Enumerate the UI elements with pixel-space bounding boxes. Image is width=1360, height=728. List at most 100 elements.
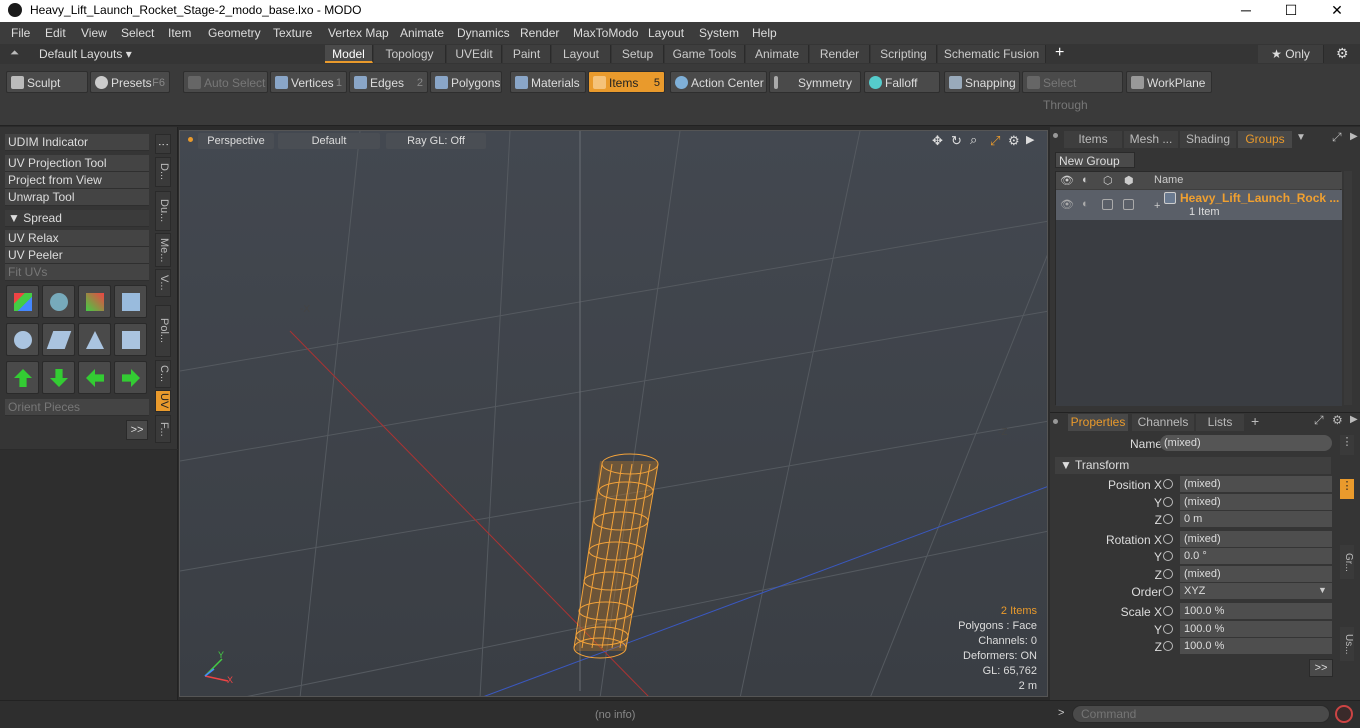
tab-topology[interactable]: Topology	[374, 45, 446, 63]
groups-scrollbar[interactable]	[1344, 171, 1352, 405]
uv-move-tool-button[interactable]	[6, 285, 39, 318]
zoom-icon[interactable]: ⌕	[970, 132, 977, 148]
3d-viewport[interactable]: Perspective Default Ray GL: Off ✥ ↻ ⌕ ⤢ …	[179, 130, 1048, 697]
position-y-anim-icon[interactable]	[1163, 497, 1173, 507]
align-down-button[interactable]	[42, 361, 75, 394]
edges-button[interactable]: Edges 2	[349, 71, 428, 93]
vtab-pol[interactable]: Pol...	[155, 305, 171, 357]
add-tab-button[interactable]: +	[1055, 44, 1064, 62]
perspective-view-button[interactable]: Perspective	[198, 133, 274, 149]
panel-maximize-icon[interactable]: ⤢	[1332, 130, 1342, 145]
layout-collapse-icon[interactable]: ⏶	[10, 47, 19, 60]
menu-render[interactable]: Render	[520, 26, 559, 40]
rotation-x-field[interactable]: (mixed)	[1180, 531, 1332, 547]
vtab-uv[interactable]: UV	[155, 390, 171, 412]
rocket-stage-wireframe[interactable]	[573, 453, 659, 659]
properties-menu-dot[interactable]	[1053, 419, 1058, 424]
tab-game-tools[interactable]: Game Tools	[665, 45, 745, 63]
vtab-c[interactable]: C...	[155, 360, 171, 388]
panel-expand-icon[interactable]: ▶	[1350, 131, 1358, 142]
command-input[interactable]	[1072, 705, 1330, 723]
render-column-icon[interactable]: ◐	[1082, 174, 1089, 186]
menu-item[interactable]: Item	[168, 26, 191, 40]
order-anim-icon[interactable]	[1163, 586, 1173, 596]
tab-items[interactable]: Items	[1064, 131, 1122, 148]
orient-pieces-button[interactable]: Orient Pieces	[5, 399, 149, 416]
sculpt-button[interactable]: Sculpt	[6, 71, 88, 93]
workplane-button[interactable]: WorkPlane	[1126, 71, 1212, 93]
more-tools-button[interactable]: >>	[126, 420, 148, 440]
scale-x-field[interactable]: 100.0 %	[1180, 603, 1332, 619]
menu-select[interactable]: Select	[121, 26, 154, 40]
falloff-button[interactable]: Falloff	[864, 71, 940, 93]
uv-scale-tool-button[interactable]	[78, 285, 111, 318]
polygons-button[interactable]: Polygons	[430, 71, 502, 93]
more-properties-button[interactable]: >>	[1309, 659, 1333, 677]
tab-shading[interactable]: Shading	[1180, 131, 1236, 148]
uv-sphere-map-button[interactable]	[6, 323, 39, 356]
position-z-field[interactable]: 0 m	[1180, 511, 1332, 527]
orbit-icon[interactable]: ↻	[951, 133, 962, 149]
viewport-expand-icon[interactable]: ▶	[1026, 133, 1034, 146]
symmetry-button[interactable]: Symmetry	[769, 71, 861, 93]
tab-lists[interactable]: Lists	[1196, 414, 1244, 431]
uv-pyramid-map-button[interactable]	[78, 323, 111, 356]
properties-expand-icon[interactable]: ▶	[1350, 414, 1358, 425]
scale-y-anim-icon[interactable]	[1163, 624, 1173, 634]
tab-layout[interactable]: Layout	[552, 45, 611, 63]
minimize-button[interactable]: ─	[1223, 0, 1269, 22]
close-button[interactable]: ✕	[1314, 0, 1360, 22]
menu-geometry[interactable]: Geometry	[208, 26, 261, 40]
left-panel-options-icon[interactable]: ⋮	[155, 134, 171, 154]
sidetab-us[interactable]: Us...	[1340, 627, 1354, 661]
viewport-settings-icon[interactable]: ⚙	[1008, 133, 1020, 149]
group-row-rocket[interactable]: 👁 ◐ + Heavy_Lift_Launch_Rock ... 1 Item	[1056, 190, 1342, 220]
tab-render[interactable]: Render	[810, 45, 870, 63]
unwrap-tool-button[interactable]: Unwrap Tool	[5, 189, 149, 206]
uv-projection-tool-button[interactable]: UV Projection Tool	[5, 155, 149, 172]
position-x-anim-icon[interactable]	[1163, 479, 1173, 489]
align-up-button[interactable]	[6, 361, 39, 394]
visibility-column-icon[interactable]: 👁	[1060, 174, 1074, 187]
menu-edit[interactable]: Edit	[45, 26, 66, 40]
default-layouts-dropdown[interactable]: Default Layouts ▾	[39, 47, 132, 61]
auto-select-button[interactable]: Auto Select	[183, 71, 268, 93]
record-icon[interactable]	[1335, 705, 1353, 723]
maximize-button[interactable]: ☐	[1268, 0, 1314, 22]
only-toggle[interactable]: ★ Only	[1258, 45, 1324, 63]
rotation-y-field[interactable]: 0.0 °	[1180, 548, 1332, 564]
new-group-button[interactable]: New Group	[1055, 152, 1135, 168]
menu-animate[interactable]: Animate	[400, 26, 444, 40]
scale-z-field[interactable]: 100.0 %	[1180, 638, 1332, 654]
fit-view-icon[interactable]: ⤢	[990, 133, 1000, 149]
lock-column-icon[interactable]: ⬡	[1103, 174, 1113, 187]
tab-scripting[interactable]: Scripting	[871, 45, 937, 63]
rotation-x-anim-icon[interactable]	[1163, 534, 1173, 544]
tab-groups[interactable]: Groups	[1238, 131, 1292, 148]
spread-section-header[interactable]: ▼ Spread	[5, 210, 149, 227]
vtab-d[interactable]: D...	[155, 157, 171, 187]
fit-uvs-button[interactable]: Fit UVs	[5, 264, 149, 281]
position-y-field[interactable]: (mixed)	[1180, 494, 1332, 510]
action-center-button[interactable]: Action Center	[670, 71, 767, 93]
tab-schematic-fusion[interactable]: Schematic Fusion	[938, 45, 1046, 63]
group-name[interactable]: Heavy_Lift_Launch_Rock ...	[1180, 191, 1339, 205]
row-expand-icon[interactable]: +	[1154, 200, 1160, 212]
project-from-view-button[interactable]: Project from View	[5, 172, 149, 189]
row-render-icon[interactable]: ◐	[1082, 198, 1089, 210]
menu-texture[interactable]: Texture	[273, 26, 312, 40]
name-field[interactable]: (mixed)	[1160, 435, 1332, 451]
items-button[interactable]: Items 5	[588, 71, 665, 93]
tab-mesh[interactable]: Mesh ...	[1124, 131, 1178, 148]
row-lock-checkbox[interactable]	[1102, 199, 1113, 210]
default-shading-button[interactable]: Default	[278, 133, 380, 149]
order-dropdown[interactable]: XYZ	[1180, 583, 1332, 599]
row-visibility-icon[interactable]: 👁	[1060, 198, 1074, 211]
scale-z-anim-icon[interactable]	[1163, 641, 1173, 651]
select-column-icon[interactable]: ⬢	[1124, 174, 1134, 187]
properties-options-icon[interactable]: ⋮	[1340, 435, 1354, 455]
rotation-y-anim-icon[interactable]	[1163, 551, 1173, 561]
tab-uvedit[interactable]: UVEdit	[447, 45, 502, 63]
transform-section-header[interactable]: ▼ Transform	[1055, 457, 1331, 474]
vertices-button[interactable]: Vertices 1	[270, 71, 347, 93]
